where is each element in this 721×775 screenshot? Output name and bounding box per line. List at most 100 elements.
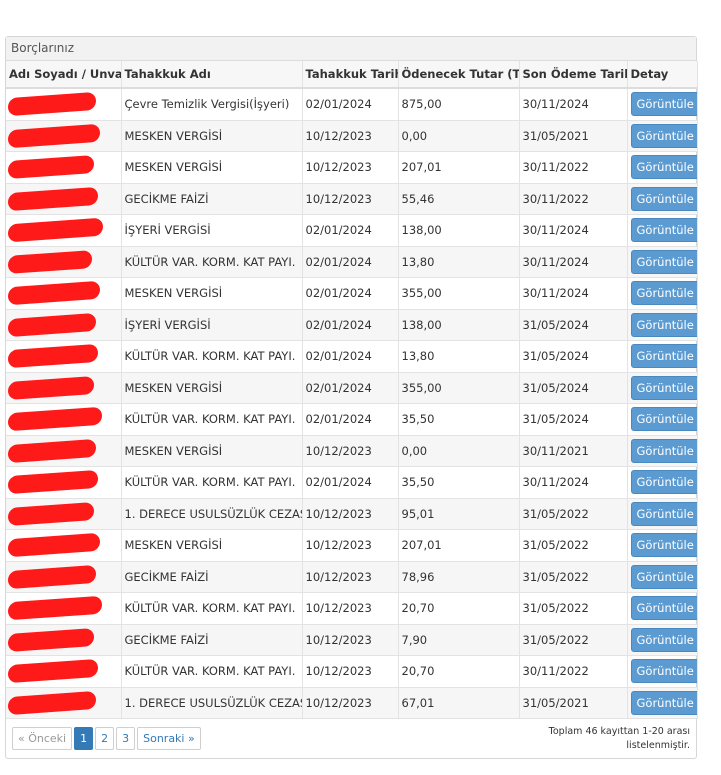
detail-cell: Görüntüle: [627, 120, 698, 152]
table-row: KÜLTÜR VAR. KORM. KAT PAYI. 02/01/2024 35,…: [6, 466, 698, 499]
view-button[interactable]: Görüntüle: [630, 344, 696, 369]
accrual-date: 02/01/2024: [302, 88, 399, 121]
debts-table: Adı Soyadı / Unvanı Tahakkuk Adı Tahakku…: [6, 61, 698, 719]
table-row: MESKEN VERGİSİ 10/12/2023 0,00 31/05/2021 Gö…: [6, 120, 698, 152]
amount: 355,00: [398, 372, 520, 404]
view-button[interactable]: Görüntüle: [630, 123, 696, 148]
detail-cell: Görüntüle: [627, 498, 698, 530]
amount: 0,00: [398, 435, 520, 467]
redaction-mark: [8, 249, 92, 274]
table-row: Çevre Temizlik Vergisi(İşyeri) 02/01/2024…: [6, 88, 698, 121]
debts-panel: Borçlarınız Adı Soyadı / Unvanı Tahakkuk…: [5, 36, 698, 759]
detail-cell: Görüntüle: [627, 372, 698, 404]
page-3-button[interactable]: 3: [116, 727, 136, 750]
page-1-button[interactable]: 1: [74, 727, 94, 750]
table-row: İŞYERİ VERGİSİ 02/01/2024 138,00 30/11/2024…: [6, 214, 698, 247]
view-button[interactable]: Görüntüle: [630, 407, 696, 432]
accrual-date: 10/12/2023: [302, 529, 399, 562]
table-row: KÜLTÜR VAR. KORM. KAT PAYI. 10/12/2023 20,…: [6, 592, 698, 625]
accrual-date: 02/01/2024: [302, 214, 399, 247]
amount: 95,01: [398, 498, 520, 530]
view-button[interactable]: Görüntüle: [630, 312, 696, 337]
table-row: MESKEN VERGİSİ 10/12/2023 207,01 30/11/2022…: [6, 151, 698, 184]
amount: 13,80: [398, 246, 520, 278]
due-date: 31/05/2021: [519, 687, 628, 719]
table-row: İŞYERİ VERGİSİ 02/01/2024 138,00 31/05/2024…: [6, 309, 698, 341]
view-button[interactable]: Görüntüle: [630, 627, 696, 652]
name-cell: [6, 151, 122, 184]
redaction-mark: [8, 154, 94, 180]
accrual-name: KÜLTÜR VAR. KORM. KAT PAYI.: [121, 592, 303, 625]
amount: 20,70: [398, 592, 520, 625]
name-cell: [6, 340, 122, 373]
col-header-accrual[interactable]: Tahakkuk Adı: [121, 61, 303, 89]
view-button[interactable]: Görüntüle: [630, 249, 696, 274]
accrual-date: 02/01/2024: [302, 277, 399, 310]
accrual-date: 10/12/2023: [302, 687, 399, 719]
prev-page-button[interactable]: « Önceki: [12, 727, 73, 750]
redaction-mark: [8, 501, 94, 526]
view-button[interactable]: Görüntüle: [630, 92, 696, 117]
detail-cell: Görüntüle: [627, 687, 698, 719]
record-summary: Toplam 46 kayıttan 1-20 arası listelenmi…: [540, 725, 690, 753]
col-header-accrual-date[interactable]: Tahakkuk Tarihi: [302, 61, 399, 89]
detail-cell: Görüntüle: [627, 466, 698, 499]
view-button[interactable]: Görüntüle: [630, 596, 696, 621]
amount: 35,50: [398, 466, 520, 499]
redaction-mark: [8, 343, 98, 369]
due-date: 31/05/2022: [519, 592, 628, 625]
redaction-mark: [8, 532, 100, 558]
name-cell: [6, 498, 122, 530]
due-date: 30/11/2024: [519, 246, 628, 278]
accrual-name: MESKEN VERGİSİ: [121, 529, 303, 562]
view-button[interactable]: Görüntüle: [630, 564, 696, 589]
page-2-button[interactable]: 2: [95, 727, 115, 750]
record-summary-line2: listelenmiştir.: [626, 740, 690, 751]
name-cell: [6, 309, 122, 341]
name-cell: [6, 277, 122, 310]
table-row: GECİKME FAİZİ 10/12/2023 7,90 31/05/2022 Gör…: [6, 624, 698, 656]
view-button[interactable]: Görüntüle: [630, 155, 696, 180]
accrual-name: İŞYERİ VERGİSİ: [121, 309, 303, 341]
col-header-name[interactable]: Adı Soyadı / Unvanı: [6, 61, 122, 89]
name-cell: [6, 687, 122, 719]
accrual-name: GECİKME FAİZİ: [121, 561, 303, 593]
accrual-date: 02/01/2024: [302, 466, 399, 499]
name-cell: [6, 561, 122, 593]
col-header-amount[interactable]: Ödenecek Tutar (TL): [398, 61, 520, 89]
view-button[interactable]: Görüntüle: [630, 218, 696, 243]
view-button[interactable]: Görüntüle: [630, 659, 696, 684]
due-date: 31/05/2024: [519, 340, 628, 373]
view-button[interactable]: Görüntüle: [630, 690, 696, 715]
table-row: 1. DERECE USULSÜZLÜK CEZASI 10/12/2023 67,…: [6, 687, 698, 719]
table-row: GECİKME FAİZİ 10/12/2023 55,46 30/11/2022 Gö…: [6, 183, 698, 215]
name-cell: [6, 246, 122, 278]
accrual-date: 02/01/2024: [302, 340, 399, 373]
accrual-name: KÜLTÜR VAR. KORM. KAT PAYI.: [121, 466, 303, 499]
view-button[interactable]: Görüntüle: [630, 501, 696, 526]
accrual-name: MESKEN VERGİSİ: [121, 372, 303, 404]
view-button[interactable]: Görüntüle: [630, 438, 696, 463]
due-date: 30/11/2024: [519, 88, 628, 121]
col-header-due-date[interactable]: Son Ödeme Tarihi: [519, 61, 628, 89]
redaction-mark: [8, 469, 98, 495]
table-row: MESKEN VERGİSİ 02/01/2024 355,00 31/05/2024…: [6, 372, 698, 404]
detail-cell: Görüntüle: [627, 214, 698, 247]
view-button[interactable]: Görüntüle: [630, 186, 696, 211]
view-button[interactable]: Görüntüle: [630, 470, 696, 495]
accrual-date: 10/12/2023: [302, 592, 399, 625]
amount: 207,01: [398, 151, 520, 184]
next-page-button[interactable]: Sonraki »: [137, 727, 201, 750]
due-date: 31/05/2021: [519, 120, 628, 152]
view-button[interactable]: Görüntüle: [630, 281, 696, 306]
view-button[interactable]: Görüntüle: [630, 375, 696, 400]
detail-cell: Görüntüle: [627, 340, 698, 373]
redaction-mark: [8, 595, 102, 621]
due-date: 30/11/2021: [519, 435, 628, 467]
amount: 7,90: [398, 624, 520, 656]
view-button[interactable]: Görüntüle: [630, 533, 696, 558]
redaction-mark: [8, 658, 98, 684]
redaction-mark: [8, 627, 94, 652]
redaction-mark: [8, 564, 96, 589]
table-row: KÜLTÜR VAR. KORM. KAT PAYI. 10/12/2023 20,…: [6, 655, 698, 688]
